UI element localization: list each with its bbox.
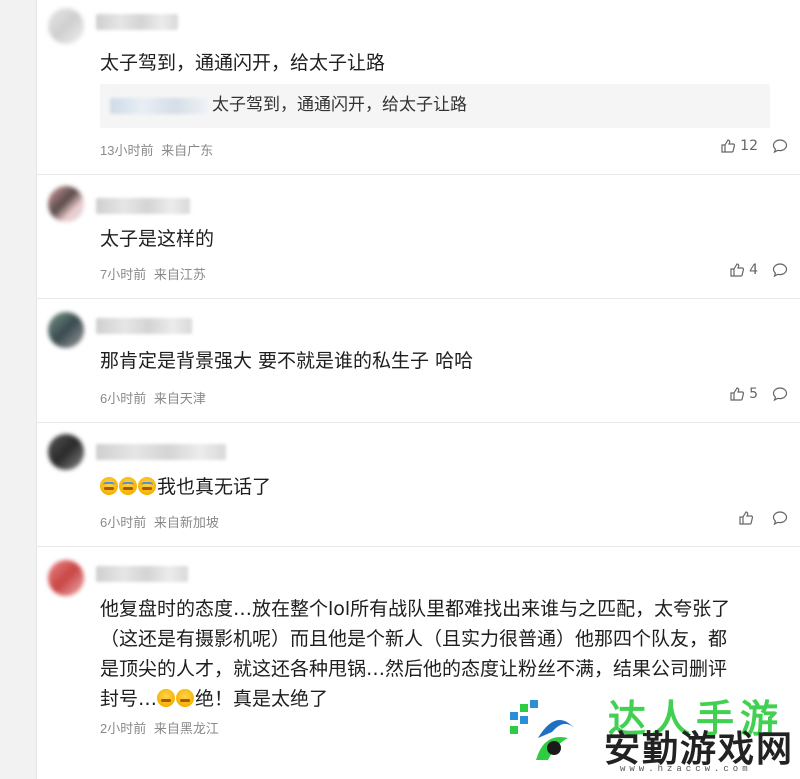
crying-emoji-icon: [119, 477, 137, 495]
avatar[interactable]: [48, 312, 84, 348]
comment-meta: 6小时前 来自天津: [100, 388, 210, 407]
thumbs-up-icon: [721, 139, 736, 153]
comment-line-end: 绝！真是太绝了: [195, 688, 329, 710]
comment-text: 太子驾到，通通闪开，给太子让路: [100, 52, 386, 74]
comment-location: 来自新加坡: [153, 515, 219, 530]
username[interactable]: [96, 566, 188, 582]
reply-button[interactable]: [772, 386, 788, 402]
comment-meta: 7小时前 来自江苏: [100, 264, 210, 283]
comment-time: 13小时前: [100, 143, 154, 158]
crying-emoji-icon: [100, 477, 118, 495]
smirk-emoji-icon: [157, 689, 176, 707]
avatar[interactable]: [48, 8, 84, 44]
crying-emoji-icon: [138, 477, 156, 495]
comment-text: 我也真无话了: [100, 472, 271, 502]
comment-text: 那肯定是背景强大 要不就是谁的私生子 哈哈: [100, 350, 474, 372]
site-watermark: 达人手游 安勤游戏网 www.hzaccw.com: [498, 678, 800, 779]
comment-location: 来自广东: [161, 143, 214, 158]
comment-bubble-icon: [772, 263, 788, 278]
quoted-reply: 太子驾到，通通闪开，给太子让路: [100, 84, 770, 128]
comment-time: 7小时前: [100, 267, 147, 282]
like-count: 5: [749, 386, 758, 402]
comment-text-content: 我也真无话了: [157, 476, 272, 498]
quoted-text: 太子驾到，通通闪开，给太子让路: [212, 95, 467, 115]
comment-actions: 5: [729, 386, 788, 402]
like-count: 4: [749, 262, 758, 278]
comment-item: 我也真无话了 6小时前 来自新加坡: [36, 422, 800, 547]
comment-line: 他复盘时的态度…放在整个lol所有战队里都难找出来谁与之匹配，太夸张了: [100, 598, 731, 620]
username[interactable]: [96, 198, 190, 214]
smirk-emoji-icon: [176, 689, 195, 707]
comment-line-start: 封号…: [100, 688, 158, 710]
comment-location: 来自江苏: [153, 267, 206, 282]
comment-meta: 13小时前 来自广东: [100, 140, 217, 159]
thumbs-up-icon: [739, 511, 754, 525]
comment-time: 2小时前: [100, 721, 147, 736]
comment-bubble-icon: [772, 387, 788, 402]
avatar[interactable]: [48, 560, 84, 596]
reply-button[interactable]: [772, 510, 788, 526]
comment-item: 那肯定是背景强大 要不就是谁的私生子 哈哈 6小时前 来自天津 5: [36, 298, 800, 423]
comment-location: 来自天津: [153, 391, 206, 406]
username[interactable]: [96, 14, 178, 30]
like-button[interactable]: 5: [729, 386, 758, 402]
like-button[interactable]: [738, 510, 758, 526]
avatar[interactable]: [48, 186, 84, 222]
comment-meta: 2小时前 来自黑龙江: [100, 718, 223, 737]
comment-feed: 太子驾到，通通闪开，给太子让路 太子驾到，通通闪开，给太子让路 13小时前 来自…: [36, 0, 800, 779]
watermark-url: www.hzaccw.com: [620, 764, 752, 774]
reply-button[interactable]: [772, 138, 788, 154]
comment-time: 6小时前: [100, 515, 147, 530]
thumbs-up-icon: [730, 263, 745, 277]
comment-text: 太子是这样的: [100, 228, 215, 250]
like-button[interactable]: 12: [720, 138, 758, 154]
username[interactable]: [96, 444, 226, 460]
thumbs-up-icon: [730, 387, 745, 401]
comment-actions: [738, 510, 788, 526]
left-frame: [0, 0, 37, 779]
comment-line: （这还是有摄影机呢）而且他是个新人（且实力很普通）他那四个队友，都: [100, 628, 728, 650]
comment-item: 太子驾到，通通闪开，给太子让路 太子驾到，通通闪开，给太子让路 13小时前 来自…: [36, 0, 800, 175]
username[interactable]: [96, 318, 192, 334]
site-logo-icon: [510, 700, 574, 760]
comment-bubble-icon: [772, 511, 788, 526]
comment-actions: 12: [720, 138, 788, 154]
comment-time: 6小时前: [100, 391, 147, 406]
like-count: 12: [740, 138, 758, 154]
comment-item: 太子是这样的 7小时前 来自江苏 4: [36, 174, 800, 299]
like-button[interactable]: 4: [729, 262, 758, 278]
comment-meta: 6小时前 来自新加坡: [100, 512, 223, 531]
quoted-username[interactable]: [110, 98, 208, 114]
comment-bubble-icon: [772, 139, 788, 154]
reply-button[interactable]: [772, 262, 788, 278]
comment-actions: 4: [729, 262, 788, 278]
comment-location: 来自黑龙江: [153, 721, 219, 736]
avatar[interactable]: [48, 434, 84, 470]
